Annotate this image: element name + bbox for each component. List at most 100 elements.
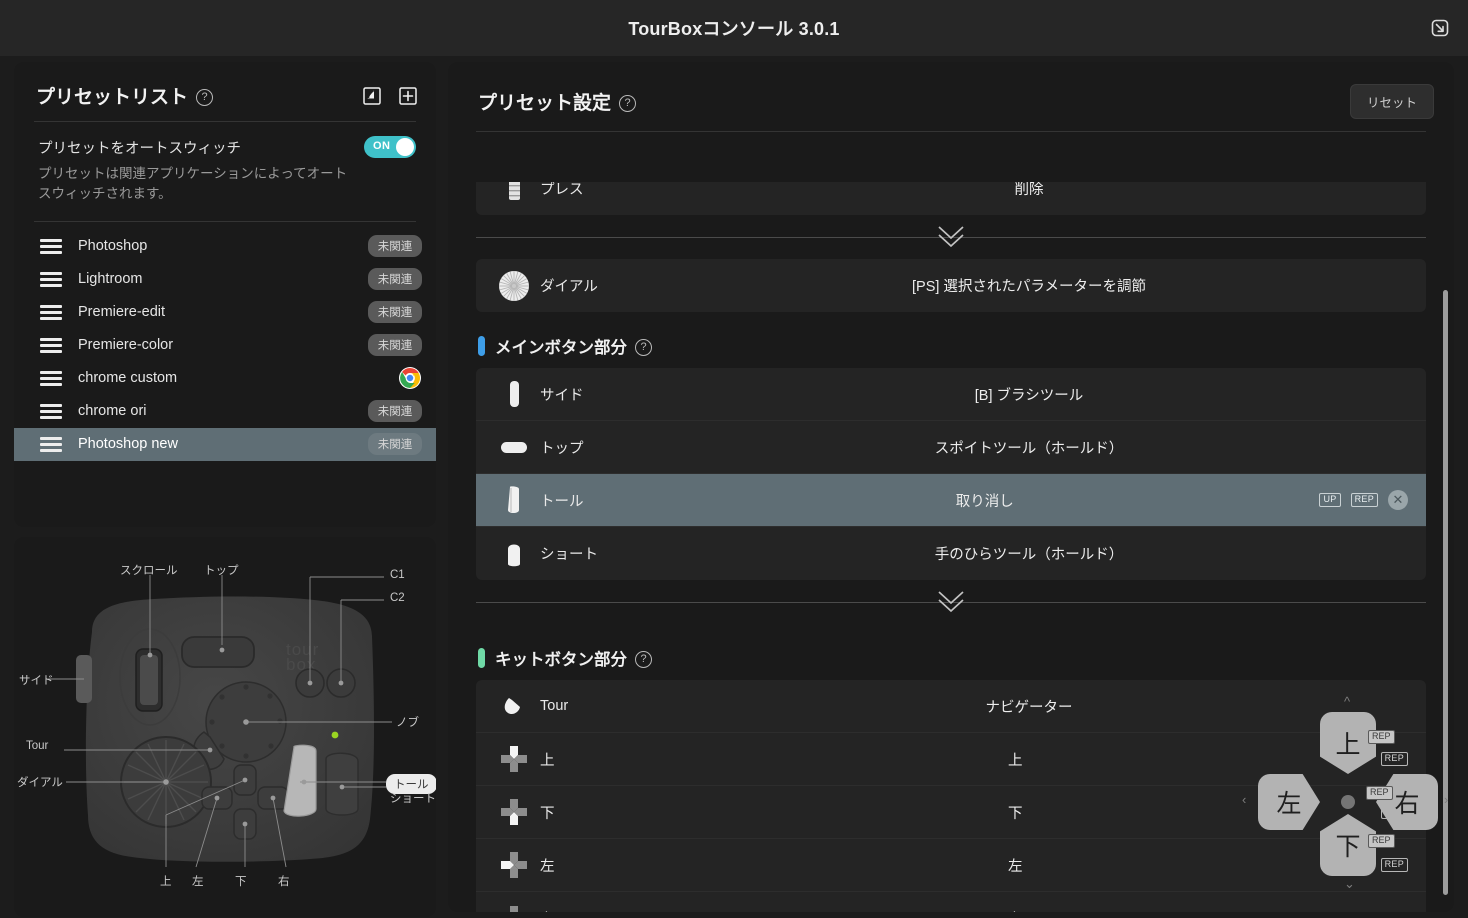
setting-row[interactable]: 右右REP (476, 892, 1426, 912)
device-label-left: 左 (192, 876, 204, 888)
setting-row-action: [PS] 選択されたパラメーターを調節 (912, 279, 1146, 295)
short-button-icon (494, 534, 534, 574)
drag-handle-icon[interactable] (40, 436, 62, 452)
tall-button-icon (494, 480, 534, 520)
drag-handle-icon[interactable] (40, 370, 62, 386)
tag-up-badge: UP (1319, 493, 1341, 507)
help-icon[interactable]: ? (635, 339, 652, 356)
setting-row-action: スポイトツール（ホールド） (934, 440, 1124, 457)
preset-list-item[interactable]: Photoshop new 未関連 (14, 427, 436, 461)
autoswitch-label: プリセットをオートスウィッチ (38, 140, 241, 157)
chrome-icon (398, 366, 422, 390)
device-label-right: 右 (278, 876, 290, 888)
preset-settings-header: プリセット設定 ? リセット (448, 62, 1454, 131)
dpad-left-icon (494, 845, 534, 885)
device-label-scroll: スクロール (120, 565, 178, 577)
drag-handle-icon[interactable] (40, 238, 62, 254)
preset-unlinked-badge: 未関連 (368, 268, 422, 290)
setting-row[interactable]: ショート 手のひらツール（ホールド） (476, 527, 1426, 580)
vertical-scrollbar[interactable] (1443, 290, 1448, 895)
tourbox-device-illustration: tour box (48, 575, 392, 868)
device-label-up: 上 (160, 876, 172, 888)
preset-list-item[interactable]: Premiere-color 未関連 (14, 329, 436, 362)
preset-unlinked-badge: 未関連 (368, 334, 422, 356)
preset-list-panel: プリセットリスト ? プリセットをオートスウィッチ ON プリセットは関連アプリ… (14, 62, 436, 527)
preset-unlinked-badge: 未関連 (368, 400, 422, 422)
drag-handle-icon[interactable] (40, 403, 62, 419)
dpad-right-icon (494, 899, 534, 912)
setting-row-action: 削除 (1014, 182, 1044, 198)
device-diagram-panel: tour box スクロール トップ C1 C2 サイド ノブ Tour トール… (14, 537, 436, 917)
section-color-pill (478, 336, 485, 356)
press-button-icon (494, 182, 534, 209)
setting-row-action: ナビゲーター (985, 699, 1073, 716)
help-icon[interactable]: ? (196, 88, 214, 106)
setting-row[interactable]: サイド [B] ブラシツール (476, 368, 1426, 421)
preset-unlinked-badge: 未関連 (368, 235, 422, 257)
setting-row[interactable]: 左左 REP (476, 839, 1426, 892)
device-label-tour: Tour (26, 740, 49, 752)
help-icon[interactable]: ? (619, 94, 637, 112)
settings-group-dial: ダイアル [PS] 選択されたパラメーターを調節 (476, 259, 1426, 312)
device-label-side: サイド (19, 675, 54, 687)
divider (476, 131, 1426, 132)
left-column: プリセットリスト ? プリセットをオートスウィッチ ON プリセットは関連アプリ… (14, 62, 436, 917)
preset-list-header: プリセットリスト ? (14, 62, 436, 121)
tag-rep-badge: REP (1350, 493, 1378, 507)
import-preset-icon[interactable] (360, 84, 384, 108)
autoswitch-description: プリセットは関連アプリケーションによってオートスウィッチされます。 (38, 166, 348, 202)
side-button-icon (494, 374, 534, 414)
device-label-short: ショート (390, 793, 436, 805)
chevron-double-down-icon[interactable] (936, 223, 966, 251)
setting-row-action: 右 (650, 908, 1381, 912)
toggle-state-label: ON (373, 140, 391, 152)
preset-unlinked-badge: 未関連 (368, 301, 422, 323)
clear-binding-close-icon[interactable]: ✕ (1388, 490, 1408, 510)
tour-button-icon (494, 686, 534, 726)
preset-list-item[interactable]: Photoshop 未関連 (14, 230, 436, 263)
top-button-icon (494, 427, 534, 467)
preset-item-label: Photoshop (78, 238, 148, 254)
setting-row-action: 手のひらツール（ホールド） (934, 547, 1124, 563)
drag-handle-icon[interactable] (40, 304, 62, 320)
dpad-up-icon (494, 739, 534, 779)
section-color-pill (478, 648, 485, 668)
setting-row[interactable]: トール 取り消し UP REP ✕ (476, 474, 1426, 527)
preset-list-item[interactable]: chrome custom (14, 362, 436, 395)
setting-row[interactable]: Tour ナビゲーター (476, 680, 1426, 733)
help-icon[interactable]: ? (635, 651, 652, 668)
preset-list-title: プリセットリスト (36, 87, 189, 108)
title-bar: TourBoxコンソール 3.0.1 (0, 0, 1468, 56)
reset-button[interactable]: リセット (1349, 84, 1434, 119)
preset-item-label: chrome custom (78, 370, 178, 386)
preset-list: Photoshop 未関連 Lightroom 未関連 Premiere-edit 未関連… (14, 222, 436, 461)
chevron-double-down-icon[interactable] (936, 588, 966, 616)
preset-item-label: Premiere-edit (78, 304, 166, 320)
preset-list-item[interactable]: Premiere-edit 未関連 (14, 296, 436, 329)
setting-row[interactable]: プレス 削除 (476, 182, 1426, 215)
autoswitch-toggle[interactable]: ON (364, 136, 416, 158)
device-label-c1: C1 (390, 569, 405, 581)
section-header: メインボタン部分? (448, 328, 1454, 368)
device-label-top: トップ (204, 565, 239, 577)
setting-row-action: 取り消し (955, 493, 1014, 510)
section-header: キットボタン部分? (448, 640, 1454, 680)
section-collapse-divider[interactable] (476, 215, 1426, 259)
device-label-c2: C2 (390, 592, 405, 604)
preset-item-label: chrome ori (78, 403, 147, 419)
add-preset-icon[interactable] (396, 84, 420, 108)
drag-handle-icon[interactable] (40, 271, 62, 287)
app-title: TourBoxコンソール 3.0.1 (628, 19, 840, 39)
preset-list-item[interactable]: Lightroom 未関連 (14, 263, 436, 296)
preset-item-label: Premiere-color (78, 337, 174, 353)
setting-row-tags: UP REP ✕ (1319, 490, 1408, 510)
tag-rep-badge: REP (1380, 752, 1408, 766)
section-collapse-divider[interactable] (476, 580, 1426, 624)
section-title: メインボタン部分 (495, 339, 627, 357)
device-label-knob: ノブ (396, 717, 419, 729)
setting-row[interactable]: ダイアル [PS] 選択されたパラメーターを調節 (476, 259, 1426, 312)
minimize-to-corner-icon[interactable] (1422, 10, 1458, 46)
setting-row[interactable]: トップ スポイトツール（ホールド） (476, 421, 1426, 474)
drag-handle-icon[interactable] (40, 337, 62, 353)
preset-list-item[interactable]: chrome ori 未関連 (14, 395, 436, 428)
